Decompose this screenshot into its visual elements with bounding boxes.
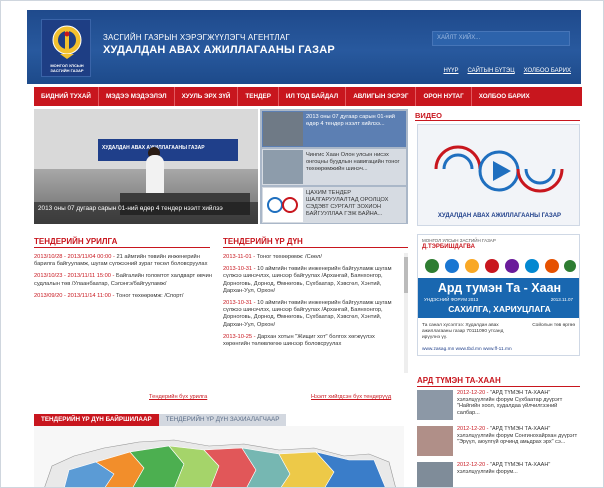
- agency-title: ХУДАЛДАН АВАХ АЖИЛЛАГААНЫ ГАЗАР: [103, 44, 335, 56]
- ad-websites: www.zasag.mn www.tbd.mn www.ff-11.mn: [422, 347, 512, 352]
- thumbnail-image: [263, 112, 303, 146]
- all-tender-results-link[interactable]: Нээлт хийгдсэн бүх тендерүүд: [311, 394, 391, 400]
- thumbnail-item[interactable]: Чингис Хаан Олон улсын нисэх онгоцны буу…: [262, 149, 406, 185]
- tender-results-list: 2013-11-01 - Тоног төхөөрөмж: /Сөөл/ 201…: [223, 254, 401, 353]
- item-date: 2013/10/28 - 2013/11/04 00:00 -: [34, 254, 115, 260]
- item-date: 2013/09/20 - 2013/11/14 11:00 -: [34, 292, 115, 299]
- list-item[interactable]: 2013-10-31 - 10 аймгийн төвийн инженерий…: [223, 300, 401, 329]
- video-logo-icon: [434, 145, 564, 193]
- list-item[interactable]: 2012-12-20 - "АРД ТҮМЭН ТА-ХААН" хэлэлцү…: [417, 462, 580, 487]
- item-date: 2013-10-25 -: [223, 333, 256, 340]
- list-item[interactable]: 2013-10-31 - 10 аймгийн төвийн инженерий…: [223, 266, 401, 295]
- item-date: 2012-12-20 -: [457, 390, 489, 396]
- main-nav: БИДНИЙ ТУХАЙ МЭДЭЭ МЭДЭЭЛЭЛ ХУУЛЬ ЭРХ ЗҮ…: [34, 87, 582, 106]
- item-date: 2013-10-31 -: [223, 300, 256, 307]
- tab-by-customer[interactable]: ТЕНДЕРИЙН ҮР ДҮН ЗАХИАЛАГЧААР: [158, 414, 287, 426]
- news-thumbnail: [417, 462, 453, 487]
- logo-caption: МОНГОЛ УЛСЫН ЗАСГИЙН ГАЗАР: [50, 63, 84, 73]
- item-text: Тоног төхөөрөмж: /Сөөл/: [256, 254, 322, 260]
- news-thumbnail: [417, 390, 453, 420]
- list-item[interactable]: 2013-11-01 - Тоног төхөөрөмж: /Сөөл/: [223, 254, 401, 261]
- ad-venue: Сойолын төв өргөө: [532, 323, 575, 328]
- right-news-heading: АРД ТҮМЭН ТА-ХААН: [417, 376, 580, 387]
- hero-caption: 2013 оны 07 дугаар сарын 01-ний өдөр 4 т…: [34, 202, 258, 224]
- ad-name: Д.ТЭРБИШДАГВА: [422, 244, 475, 250]
- top-links: НҮҮР САЙТЫН БҮТЭЦ ХОЛБОО БАРИХ: [443, 68, 571, 74]
- thumbnail-image: [263, 150, 303, 184]
- tab-by-location[interactable]: ТЕНДЕРИЙН ҮР ДҮН БАЙРШИЛААР: [34, 414, 159, 426]
- nav-item-law[interactable]: ХУУЛЬ ЭРХ ЗҮЙ: [175, 87, 239, 106]
- item-text: Тоног төхөөрөмж: /Спорт/: [116, 292, 184, 299]
- nav-item-news[interactable]: МЭДЭЭ МЭДЭЭЛЭЛ: [99, 87, 175, 106]
- tender-results-heading: ТЕНДЕРИЙН ҮР ДҮН: [223, 237, 408, 248]
- home-link[interactable]: НҮҮР: [443, 68, 458, 74]
- item-date: 2012-12-20 -: [457, 462, 489, 468]
- results-tabs: ТЕНДЕРИЙН ҮР ДҮН БАЙРШИЛААР ТЕНДЕРИЙН ҮР…: [34, 414, 404, 426]
- tender-calls-heading: ТЕНДЕРИЙН УРИЛГА: [34, 237, 210, 248]
- all-tender-calls-link[interactable]: Тендерийн бүх урилга: [149, 394, 207, 400]
- page-frame: МОНГОЛ УЛСЫН ЗАСГИЙН ГАЗАР ЗАСГИЙН ГАЗРЫ…: [0, 0, 604, 488]
- hero-banner: ХУДАЛДАН АВАХ АЖИЛЛАГААНЫ ГАЗАР: [98, 139, 238, 161]
- region-map-icon: [44, 439, 396, 487]
- results-scrollbar[interactable]: [404, 253, 408, 373]
- thumbnail-image: [263, 188, 303, 222]
- thumbnail-text: Чингис Хаан Олон улсын нисэх онгоцны буу…: [306, 152, 400, 172]
- list-item[interactable]: 2012-12-20 - "АРД ТҮМЭН ТА-ХААН" хэлэлцү…: [417, 390, 580, 423]
- list-item[interactable]: 2013/10/23 - 2013/11/11 15:00 - Байгалий…: [34, 273, 212, 287]
- contact-link[interactable]: ХОЛБОО БАРИХ: [524, 68, 571, 74]
- item-date: 2013-10-31 -: [223, 266, 256, 273]
- video-title: ХУДАЛДАН АВАХ АЖИЛЛАГААНЫ ГАЗАР: [437, 213, 562, 219]
- tender-calls-list: 2013/10/28 - 2013/11/04 00:00 - 21 аймги…: [34, 254, 212, 305]
- item-date: 2013/10/23 - 2013/11/11 15:00 -: [34, 273, 115, 280]
- nav-item-transparency[interactable]: ИЛ ТОД БАЙДАЛ: [279, 87, 347, 106]
- list-item[interactable]: 2013/10/28 - 2013/11/04 00:00 - 21 аймги…: [34, 254, 212, 268]
- list-item[interactable]: 2013-10-25 - Дархан хотын "Жищиг хот" бо…: [223, 334, 401, 348]
- ad-note: Та санал хүсэлтээ: Худалдан авах ажиллаг…: [422, 323, 504, 340]
- search-input[interactable]: ХАЙЛТ ХИЙХ...: [432, 31, 570, 46]
- government-logo[interactable]: МОНГОЛ УЛСЫН ЗАСГИЙН ГАЗАР: [41, 19, 91, 77]
- item-date: 2013-11-01 -: [223, 254, 256, 260]
- site-header: МОНГОЛ УЛСЫН ЗАСГИЙН ГАЗАР ЗАСГИЙН ГАЗРЫ…: [27, 10, 581, 84]
- ad-headline: Ард тумэн Та - Хаан: [437, 281, 562, 295]
- ad-forum-label: УНДЭСНИЙ ФОРУМ 2013: [424, 297, 479, 302]
- nav-item-about[interactable]: БИДНИЙ ТУХАЙ: [34, 87, 99, 106]
- nav-item-tender[interactable]: ТЕНДЕР: [238, 87, 279, 106]
- etender-logo-icon: [267, 197, 298, 213]
- mongolia-map[interactable]: [34, 426, 404, 487]
- partner-logos-icon: [425, 259, 576, 273]
- thumbnail-text: ЦАХИМ ТЕНДЕР ШАЛГАРУУЛАЛТАД ОРОЛЦОХ СЭДЭ…: [306, 190, 389, 217]
- agency-subtitle: ЗАСГИЙН ГАЗРЫН ХЭРЭГЖҮҮЛЭГЧ АГЕНТЛАГ: [103, 33, 290, 42]
- thumbnail-item[interactable]: ЦАХИМ ТЕНДЕР ШАЛГАРУУЛАЛТАД ОРОЛЦОХ СЭДЭ…: [262, 187, 406, 223]
- nav-item-contact[interactable]: ХОЛБОО БАРИХ: [472, 87, 537, 106]
- right-news-list: 2012-12-20 - "АРД ТҮМЭН ТА-ХААН" хэлэлцү…: [417, 390, 580, 487]
- forum-ad-banner[interactable]: МОНГОЛ УЛСЫН ЗАСГИЙН ГАЗАР Д.ТЭРБИШДАГВА…: [417, 234, 580, 356]
- thumbnail-item[interactable]: 2013 оны 07 дугаар сарын 01-ний өдөр 4 т…: [262, 111, 406, 147]
- ad-tag: МОНГОЛ УЛСЫН ЗАСГИЙН ГАЗАР: [422, 238, 496, 243]
- item-date: 2012-12-20 -: [457, 426, 489, 432]
- list-item[interactable]: 2013/09/20 - 2013/11/14 11:00 - Тоног тө…: [34, 293, 212, 300]
- ad-date: 2013.11.07: [550, 297, 573, 302]
- featured-slide[interactable]: ХУДАЛДАН АВАХ АЖИЛЛАГААНЫ ГАЗАР 2013 оны…: [34, 109, 258, 224]
- list-item[interactable]: 2012-12-20 - "АРД ТҮМЭН ТА-ХААН" хэлэлцү…: [417, 426, 580, 459]
- ad-slogan: САХИЛГА, ХАРИУЦЛАГА: [448, 304, 551, 314]
- soyombo-emblem-icon: [52, 25, 82, 59]
- sitemap-link[interactable]: САЙТЫН БҮТЭЦ: [467, 68, 514, 74]
- video-heading: ВИДЕО: [415, 111, 580, 121]
- thumbnail-text: 2013 оны 07 дугаар сарын 01-ний өдөр 4 т…: [306, 114, 395, 127]
- nav-item-local[interactable]: ОРОН НУТАГ: [416, 87, 472, 106]
- nav-item-anticorruption[interactable]: АВЛИГЫН ЭСРЭГ: [346, 87, 417, 106]
- scrollbar-thumb[interactable]: [404, 257, 408, 293]
- video-player[interactable]: ХУДАЛДАН АВАХ АЖИЛЛАГААНЫ ГАЗАР: [417, 124, 580, 226]
- news-thumbnail: [417, 426, 453, 456]
- featured-thumbnails: 2013 оны 07 дугаар сарын 01-ний өдөр 4 т…: [260, 109, 408, 224]
